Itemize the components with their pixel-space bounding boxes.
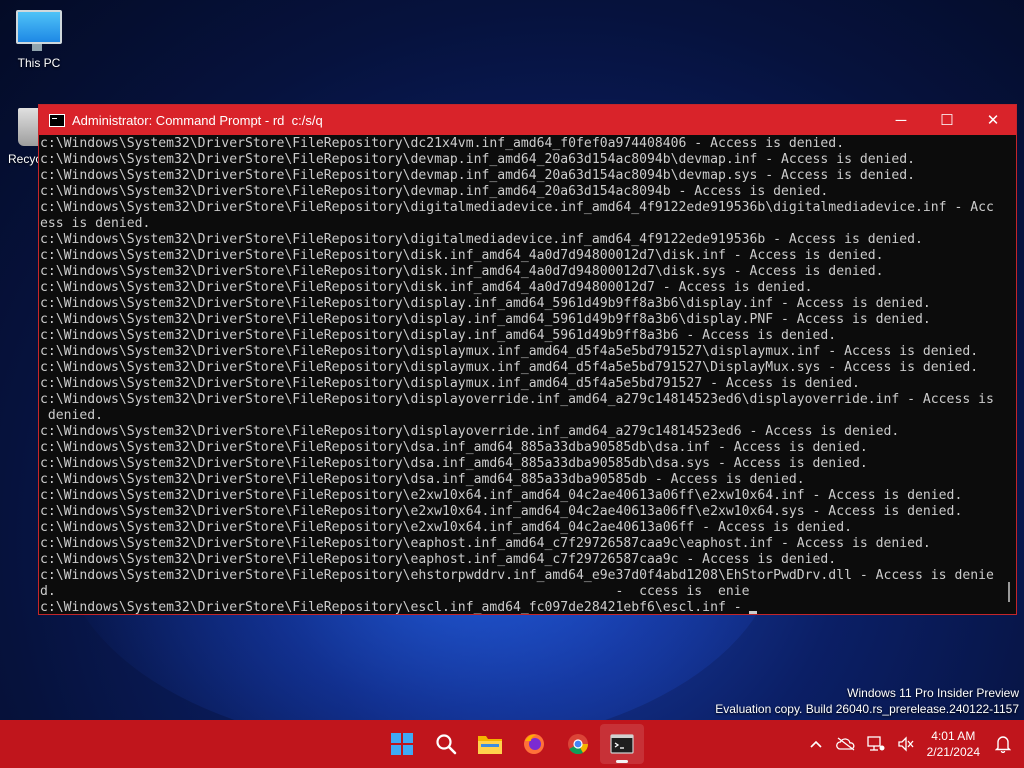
search-button[interactable] — [424, 724, 468, 764]
chrome-icon — [568, 734, 589, 755]
console-line: c:\Windows\System32\DriverStore\FileRepo… — [40, 232, 923, 247]
console-line: c:\Windows\System32\DriverStore\FileRepo… — [40, 344, 979, 359]
volume-button[interactable] — [891, 720, 921, 768]
show-hidden-icons-button[interactable] — [801, 720, 831, 768]
window-title: Administrator: Command Prompt - rd c:/s/… — [72, 112, 323, 128]
console-line: c:\Windows\System32\DriverStore\FileRepo… — [40, 376, 860, 391]
close-button[interactable]: ✕ — [970, 105, 1016, 135]
console-line: c:\Windows\System32\DriverStore\FileRepo… — [40, 552, 837, 567]
network-button[interactable] — [861, 720, 891, 768]
console-scrollbar[interactable] — [1004, 136, 1014, 614]
console-line: c:\Windows\System32\DriverStore\FileRepo… — [40, 488, 963, 503]
start-button[interactable] — [380, 724, 424, 764]
file-explorer-button[interactable] — [468, 724, 512, 764]
console-line: c:\Windows\System32\DriverStore\FileRepo… — [40, 200, 994, 215]
monitor-icon — [16, 10, 62, 51]
console-line: c:\Windows\System32\DriverStore\FileRepo… — [40, 248, 884, 263]
clock-time: 4:01 AM — [931, 729, 976, 743]
console-line: c:\Windows\System32\DriverStore\FileRepo… — [40, 424, 900, 439]
chevron-up-icon — [810, 740, 822, 748]
maximize-icon: ☐ — [940, 112, 954, 129]
start-icon — [391, 733, 413, 755]
desktop-icon-label: This PC — [17, 56, 61, 70]
console-output[interactable]: c:\Windows\System32\DriverStore\FileRepo… — [40, 136, 1002, 614]
bell-icon — [995, 736, 1011, 753]
close-icon: ✕ — [986, 112, 1000, 129]
console-line: c:\Windows\System32\DriverStore\FileRepo… — [40, 296, 931, 311]
onedrive-button[interactable] — [831, 720, 861, 768]
notifications-button[interactable] — [988, 720, 1018, 768]
desktop-icon-label: Recyc — [8, 152, 42, 166]
console-line: c:\Windows\System32\DriverStore\FileRepo… — [40, 264, 884, 279]
console-line: c:\Windows\System32\DriverStore\FileRepo… — [40, 440, 868, 455]
watermark-build: Evaluation copy. Build 26040.rs_prerelea… — [715, 702, 1019, 716]
firefox-icon — [524, 734, 544, 754]
console-line: c:\Windows\System32\DriverStore\FileRepo… — [40, 472, 805, 487]
watermark-edition: Windows 11 Pro Insider Preview — [847, 686, 1019, 700]
console-line: c:\Windows\System32\DriverStore\FileRepo… — [40, 152, 916, 167]
text-cursor — [749, 611, 758, 614]
console-line: d. - ccess is enie — [40, 584, 750, 599]
clock[interactable]: 4:01 AM 2/21/2024 — [927, 728, 980, 760]
minimize-icon: ─ — [895, 111, 907, 129]
firefox-button[interactable] — [512, 724, 556, 764]
evaluation-watermark: Windows 11 Pro Insider Preview Evaluatio… — [715, 685, 1019, 717]
search-icon — [436, 734, 457, 755]
console-line: c:\Windows\System32\DriverStore\FileRepo… — [40, 280, 813, 295]
console-line: c:\Windows\System32\DriverStore\FileRepo… — [40, 360, 979, 375]
cloud-offline-icon — [835, 737, 855, 751]
terminal-icon — [610, 734, 634, 754]
system-tray: 4:01 AM 2/21/2024 — [801, 720, 1024, 768]
network-icon — [866, 736, 885, 751]
console-line: c:\Windows\System32\DriverStore\FileRepo… — [40, 504, 963, 519]
console-line: c:\Windows\System32\DriverStore\FileRepo… — [40, 456, 868, 471]
window-controls: ─ ☐ ✕ — [878, 105, 1016, 135]
clock-date: 2/21/2024 — [926, 745, 980, 759]
console-line: c:\Windows\System32\DriverStore\FileRepo… — [40, 136, 845, 151]
console-line: c:\Windows\System32\DriverStore\FileRepo… — [40, 536, 931, 551]
desktop-icon-this-pc[interactable]: This PC — [4, 10, 74, 70]
console-line: c:\Windows\System32\DriverStore\FileRepo… — [40, 600, 1002, 614]
chrome-button[interactable] — [556, 724, 600, 764]
console-line: c:\Windows\System32\DriverStore\FileRepo… — [40, 568, 994, 583]
console-line: c:\Windows\System32\DriverStore\FileRepo… — [40, 184, 829, 199]
maximize-button[interactable]: ☐ — [924, 105, 970, 135]
title-bar[interactable]: Administrator: Command Prompt - rd c:/s/… — [39, 105, 1016, 135]
command-prompt-window[interactable]: Administrator: Command Prompt - rd c:/s/… — [38, 104, 1017, 615]
console-line: c:\Windows\System32\DriverStore\FileRepo… — [40, 392, 994, 407]
console-line: denied. — [40, 408, 104, 423]
minimize-button[interactable]: ─ — [878, 105, 924, 135]
file-explorer-icon — [478, 736, 502, 754]
scrollbar-thumb[interactable] — [1008, 582, 1010, 602]
console-line: c:\Windows\System32\DriverStore\FileRepo… — [40, 168, 916, 183]
console-line: c:\Windows\System32\DriverStore\FileRepo… — [40, 328, 837, 343]
taskbar: 4:01 AM 2/21/2024 — [0, 720, 1024, 768]
console-line: c:\Windows\System32\DriverStore\FileRepo… — [40, 312, 931, 327]
console-line: ess is denied. — [40, 216, 151, 231]
volume-muted-icon — [897, 736, 914, 752]
taskbar-apps — [380, 720, 644, 768]
console-line: c:\Windows\System32\DriverStore\FileRepo… — [40, 520, 852, 535]
terminal-button[interactable] — [600, 724, 644, 764]
console-app-icon — [49, 113, 65, 127]
